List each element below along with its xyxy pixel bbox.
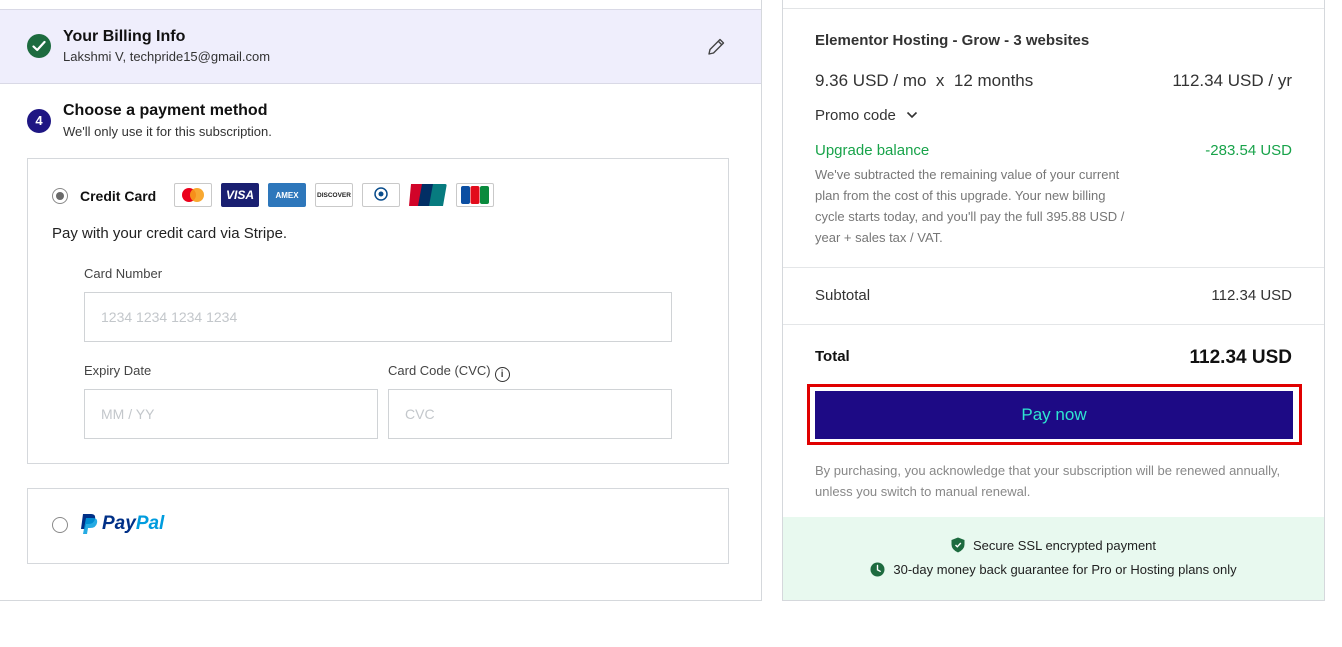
check-icon <box>27 34 51 58</box>
info-icon[interactable]: i <box>494 367 510 382</box>
guarantee-notice: 30-day money back guarantee for Pro or H… <box>783 562 1324 577</box>
billing-info-title: Your Billing Info <box>63 28 186 45</box>
total-label: Total <box>815 348 850 365</box>
guarantee-notice-text: 30-day money back guarantee for Pro or H… <box>893 562 1237 577</box>
payment-method-subtitle: We'll only use it for this subscription. <box>63 124 272 139</box>
amex-icon: AMEX <box>268 183 306 207</box>
upgrade-balance-label: Upgrade balance <box>815 142 930 159</box>
subtotal-label: Subtotal <box>815 287 871 304</box>
renewal-notice: By purchasing, you acknowledge that your… <box>815 463 1281 499</box>
credit-card-label: Credit Card <box>80 188 157 204</box>
chevron-down-icon <box>906 111 918 119</box>
upgrade-balance-amount: -283.54 USD <box>1205 142 1292 159</box>
summary-top-divider <box>783 8 1324 9</box>
checkout-form-panel: Your Billing Info Lakshmi V, techpride15… <box>0 0 762 601</box>
visa-icon: VISA <box>221 183 259 207</box>
expiry-date-input[interactable]: MM / YY <box>84 389 378 439</box>
clock-icon <box>870 562 885 577</box>
paypal-text-pal: Pal <box>135 513 165 534</box>
discover-icon: DISCOVER <box>315 183 353 207</box>
subtotal-value: 112.34 USD <box>1211 287 1292 304</box>
card-brand-logos: VISA AMEX DISCOVER <box>174 183 494 207</box>
product-name: Elementor Hosting - Grow - 3 websites <box>815 32 1090 49</box>
monthly-price: 9.36 USD / mo x 12 months <box>815 71 1034 90</box>
cvc-label-wrap: Card Code (CVC) i <box>388 363 510 382</box>
billing-info-summary: Lakshmi V, techpride15@gmail.com <box>63 49 271 64</box>
upgrade-balance-note: We've subtracted the remaining value of … <box>815 167 1125 245</box>
trust-badges: Secure SSL encrypted payment 30-day mone… <box>783 517 1324 600</box>
cvc-label: Card Code (CVC) <box>388 363 491 378</box>
paypal-text-pay: Pay <box>102 513 136 534</box>
summary-divider <box>783 324 1324 325</box>
credit-card-description: Pay with your credit card via Stripe. <box>52 225 288 242</box>
promo-code-toggle[interactable]: Promo code <box>815 107 918 124</box>
shield-icon <box>951 537 965 553</box>
summary-divider <box>783 267 1324 268</box>
step-number-badge: 4 <box>27 109 51 133</box>
expiry-date-label: Expiry Date <box>84 363 152 378</box>
paypal-icon <box>81 514 98 534</box>
cvc-input[interactable]: CVC <box>388 389 672 439</box>
credit-card-radio[interactable] <box>52 188 68 204</box>
mastercard-icon <box>174 183 212 207</box>
jcb-icon <box>456 183 494 207</box>
ssl-notice-text: Secure SSL encrypted payment <box>972 538 1157 553</box>
ssl-notice: Secure SSL encrypted payment <box>783 537 1324 553</box>
yearly-price: 112.34 USD / yr <box>1172 71 1292 90</box>
pay-now-button[interactable]: Pay now <box>815 391 1293 439</box>
total-value: 112.34 USD <box>1189 347 1292 368</box>
card-number-input[interactable]: 1234 1234 1234 1234 <box>84 292 672 342</box>
paypal-option: PayPal <box>27 488 729 564</box>
paypal-logo: PayPal <box>80 513 164 535</box>
promo-code-label: Promo code <box>815 107 896 124</box>
paypal-radio[interactable] <box>52 517 68 533</box>
credit-card-option: Credit Card VISA AMEX DISCOVER Pay with … <box>27 158 729 464</box>
billing-info-section: Your Billing Info Lakshmi V, techpride15… <box>0 9 761 84</box>
diners-club-icon <box>362 183 400 207</box>
order-summary-panel: Elementor Hosting - Grow - 3 websites 9.… <box>782 0 1325 601</box>
pencil-icon[interactable] <box>705 36 727 58</box>
unionpay-icon <box>409 183 447 207</box>
card-number-label: Card Number <box>84 266 163 281</box>
payment-method-title: Choose a payment method <box>63 102 268 119</box>
